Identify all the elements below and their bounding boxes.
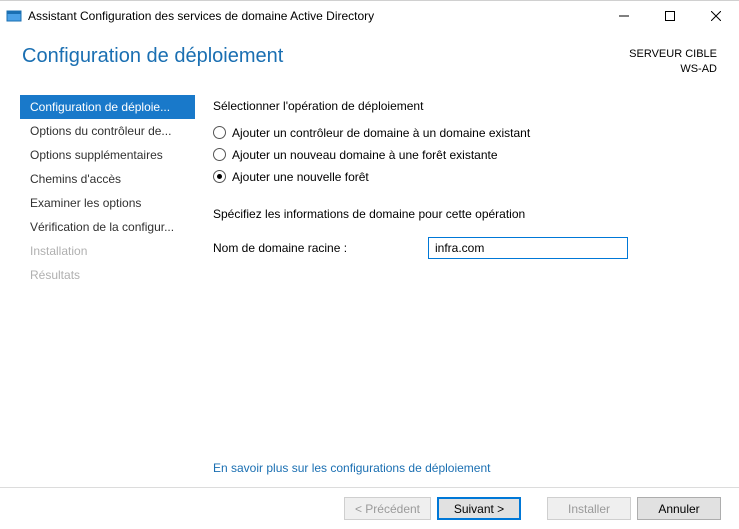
specify-prompt: Spécifiez les informations de domaine po…: [213, 207, 717, 221]
window-title: Assistant Configuration des services de …: [28, 9, 601, 23]
body: Configuration de déploie... Options du c…: [0, 83, 739, 487]
more-info-link[interactable]: En savoir plus sur les configurations de…: [213, 461, 717, 487]
step-review-options[interactable]: Examiner les options: [20, 191, 195, 215]
app-icon: [6, 8, 22, 24]
radio-label: Ajouter un nouveau domaine à une forêt e…: [232, 148, 498, 162]
target-server-block: SERVEUR CIBLE WS-AD: [629, 45, 717, 77]
wizard-steps-sidebar: Configuration de déploie... Options du c…: [0, 95, 195, 487]
step-prereq-check[interactable]: Vérification de la configur...: [20, 215, 195, 239]
root-domain-label: Nom de domaine racine :: [213, 241, 428, 255]
radio-label: Ajouter un contrôleur de domaine à un do…: [232, 126, 530, 140]
step-results: Résultats: [20, 263, 195, 287]
next-button[interactable]: Suivant >: [437, 497, 521, 520]
header-row: Configuration de déploiement SERVEUR CIB…: [0, 31, 739, 83]
install-button: Installer: [547, 497, 631, 520]
operation-prompt: Sélectionner l'opération de déploiement: [213, 99, 717, 113]
root-domain-input[interactable]: [428, 237, 628, 259]
target-server-label: SERVEUR CIBLE: [629, 47, 717, 62]
wizard-window: Assistant Configuration des services de …: [0, 0, 739, 529]
step-dc-options[interactable]: Options du contrôleur de...: [20, 119, 195, 143]
cancel-button[interactable]: Annuler: [637, 497, 721, 520]
root-domain-row: Nom de domaine racine :: [213, 237, 717, 259]
main-panel: Sélectionner l'opération de déploiement …: [195, 95, 739, 487]
radio-add-new-forest[interactable]: Ajouter une nouvelle forêt: [213, 167, 717, 187]
close-button[interactable]: [693, 1, 739, 31]
titlebar: Assistant Configuration des services de …: [0, 1, 739, 31]
radio-icon: [213, 126, 226, 139]
radio-icon: [213, 148, 226, 161]
maximize-button[interactable]: [647, 1, 693, 31]
radio-add-domain-existing-forest[interactable]: Ajouter un nouveau domaine à une forêt e…: [213, 145, 717, 165]
radio-add-dc-existing-domain[interactable]: Ajouter un contrôleur de domaine à un do…: [213, 123, 717, 143]
radio-icon: [213, 170, 226, 183]
window-controls: [601, 1, 739, 31]
page-title: Configuration de déploiement: [22, 45, 629, 68]
step-deployment-config[interactable]: Configuration de déploie...: [20, 95, 195, 119]
previous-button: < Précédent: [344, 497, 431, 520]
step-paths[interactable]: Chemins d'accès: [20, 167, 195, 191]
minimize-button[interactable]: [601, 1, 647, 31]
step-installation: Installation: [20, 239, 195, 263]
radio-label: Ajouter une nouvelle forêt: [232, 170, 369, 184]
step-additional-options[interactable]: Options supplémentaires: [20, 143, 195, 167]
target-server-name: WS-AD: [629, 62, 717, 77]
footer-buttons: < Précédent Suivant > Installer Annuler: [0, 487, 739, 529]
